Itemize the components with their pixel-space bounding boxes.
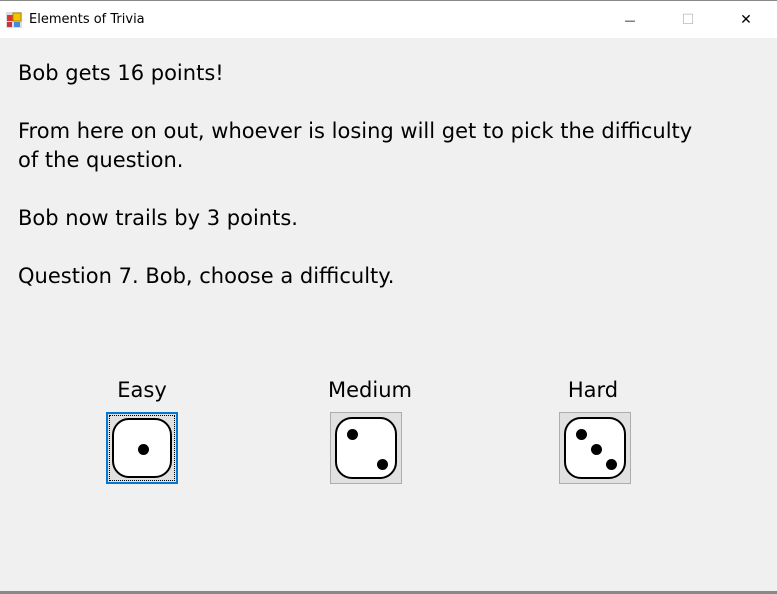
message-line: of the question. <box>18 148 184 172</box>
easy-label: Easy <box>117 378 167 402</box>
hard-button[interactable] <box>559 412 631 484</box>
maximize-button[interactable]: ☐ <box>659 1 717 39</box>
app-icon <box>6 12 22 28</box>
minimize-button[interactable]: — <box>601 1 659 39</box>
medium-button[interactable] <box>330 412 402 484</box>
message-line: From here on out, whoever is losing will… <box>18 119 693 143</box>
die-two-icon <box>335 417 397 479</box>
hard-label: Hard <box>567 378 619 402</box>
message-line: Bob gets 16 points! <box>18 61 224 85</box>
message-line: Bob now trails by 3 points. <box>18 206 298 230</box>
game-message: Bob gets 16 points! From here on out, who… <box>18 59 718 291</box>
close-button[interactable]: ✕ <box>717 1 775 39</box>
minimize-icon: — <box>624 13 636 27</box>
window-title: Elements of Trivia <box>29 12 145 27</box>
easy-button[interactable] <box>106 412 178 484</box>
message-line: Question 7. Bob, choose a difficulty. <box>18 264 395 288</box>
medium-label: Medium <box>328 378 412 402</box>
die-one-icon <box>112 418 172 478</box>
maximize-icon: ☐ <box>681 12 695 28</box>
title-bar: Elements of Trivia — ☐ ✕ <box>0 0 777 38</box>
close-icon: ✕ <box>740 12 752 28</box>
die-three-icon <box>564 417 626 479</box>
